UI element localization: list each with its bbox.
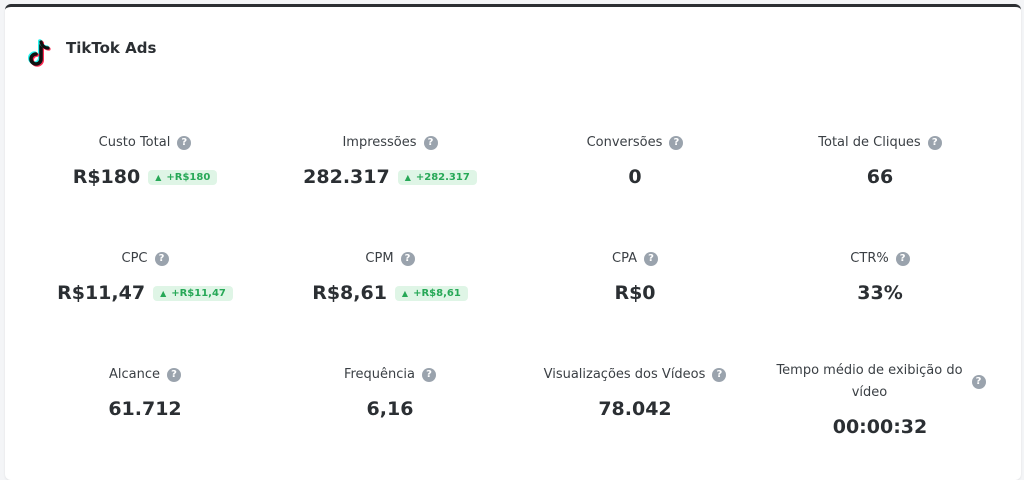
- metric-cpa: CPA ? R$0: [515, 251, 755, 304]
- help-icon[interactable]: ?: [927, 135, 942, 150]
- help-icon[interactable]: ?: [971, 375, 986, 389]
- metric-value: 0: [628, 166, 642, 188]
- metric-value: 78.042: [598, 398, 672, 420]
- metric-frequencia: Frequência ? 6,16: [270, 367, 510, 420]
- tiktok-logo-icon: [28, 39, 51, 67]
- metric-alcance: Alcance ? 61.712: [25, 367, 265, 420]
- metric-cpm: CPM ? R$8,61 ▲ +R$8,61: [270, 251, 510, 304]
- help-icon[interactable]: ?: [712, 367, 727, 382]
- metric-conversoes: Conversões ? 0: [515, 135, 755, 188]
- metric-label: CPM: [365, 251, 394, 266]
- metric-ctr: CTR% ? 33%: [760, 251, 1000, 304]
- help-icon[interactable]: ?: [154, 251, 169, 266]
- metric-label: Conversões: [586, 135, 663, 150]
- help-icon[interactable]: ?: [422, 367, 437, 382]
- up-arrow-icon: ▲: [404, 172, 411, 182]
- metric-label: CPA: [612, 251, 637, 266]
- metric-cpc: CPC ? R$11,47 ▲ +R$11,47: [25, 251, 265, 304]
- card-title: TikTok Ads: [66, 39, 157, 57]
- metric-value: 66: [866, 166, 894, 188]
- metric-value: 00:00:32: [832, 416, 928, 438]
- help-icon[interactable]: ?: [643, 251, 658, 266]
- metric-value: 6,16: [366, 398, 414, 420]
- up-arrow-icon: ▲: [160, 288, 167, 298]
- metric-value: 33%: [857, 282, 903, 304]
- delta-badge: ▲ +R$11,47: [153, 285, 233, 301]
- metric-custo-total: Custo Total ? R$180 ▲ +R$180: [25, 135, 265, 188]
- metric-label: Tempo médio de exibição do vídeo: [776, 363, 963, 400]
- metric-value: 61.712: [108, 398, 182, 420]
- delta-value: +R$180: [166, 171, 211, 183]
- delta-value: +R$11,47: [171, 287, 226, 299]
- metric-label: Frequência: [343, 367, 416, 382]
- metric-visualizacoes: Visualizações dos Vídeos ? 78.042: [515, 367, 755, 420]
- help-icon[interactable]: ?: [177, 135, 192, 150]
- metric-value: R$11,47: [57, 282, 146, 304]
- metric-value: 282.317: [303, 166, 390, 188]
- metric-label: Custo Total: [98, 135, 171, 150]
- metric-impressoes: Impressões ? 282.317 ▲ +282.317: [270, 135, 510, 188]
- card-header: TikTok Ads: [27, 31, 156, 69]
- delta-value: +R$8,61: [413, 287, 461, 299]
- help-icon[interactable]: ?: [895, 251, 910, 266]
- delta-badge: ▲ +R$8,61: [394, 285, 468, 301]
- delta-value: +282.317: [415, 171, 470, 183]
- metric-label: Total de Cliques: [818, 135, 921, 150]
- metric-tempo-medio: Tempo médio de exibição do vídeo ? 00:00…: [760, 360, 1000, 438]
- help-icon[interactable]: ?: [669, 135, 684, 150]
- metric-label: Impressões: [342, 135, 417, 150]
- help-icon[interactable]: ?: [423, 135, 438, 150]
- delta-badge: ▲ +282.317: [397, 169, 477, 185]
- tiktok-ads-card: TikTok Ads Custo Total ? R$180 ▲ +R$180 I…: [5, 4, 1021, 480]
- metric-total-cliques: Total de Cliques ? 66: [760, 135, 1000, 188]
- metric-label: CTR%: [850, 251, 889, 266]
- delta-badge: ▲ +R$180: [148, 169, 218, 185]
- metric-label: Alcance: [108, 367, 160, 382]
- metric-label: Visualizações dos Vídeos: [543, 367, 706, 382]
- up-arrow-icon: ▲: [401, 288, 409, 298]
- help-icon[interactable]: ?: [400, 251, 415, 266]
- help-icon[interactable]: ?: [167, 367, 181, 382]
- metric-label: CPC: [121, 251, 148, 266]
- up-arrow-icon: ▲: [155, 172, 162, 182]
- metric-value: R$180: [72, 166, 141, 188]
- metric-value: R$8,61: [312, 282, 387, 304]
- metric-value: R$0: [614, 282, 656, 304]
